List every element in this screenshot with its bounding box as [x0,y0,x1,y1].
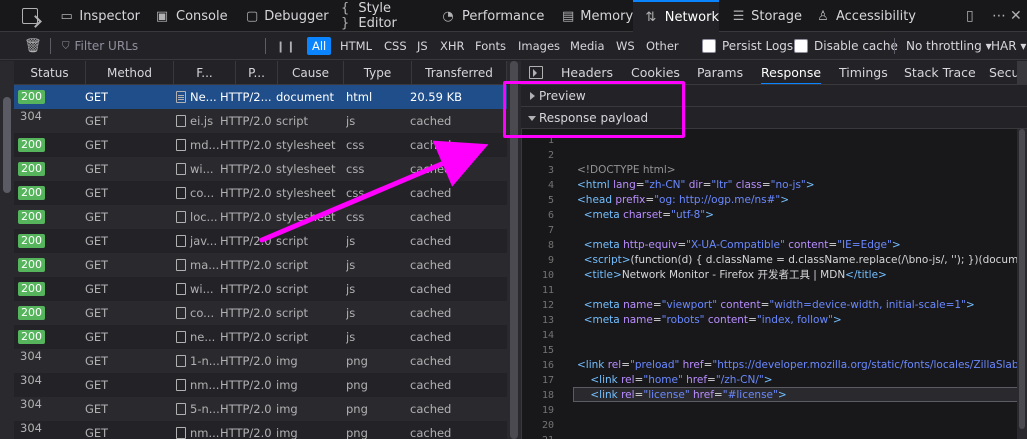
arrow-annotation [259,140,489,243]
arrow-line [259,140,489,243]
